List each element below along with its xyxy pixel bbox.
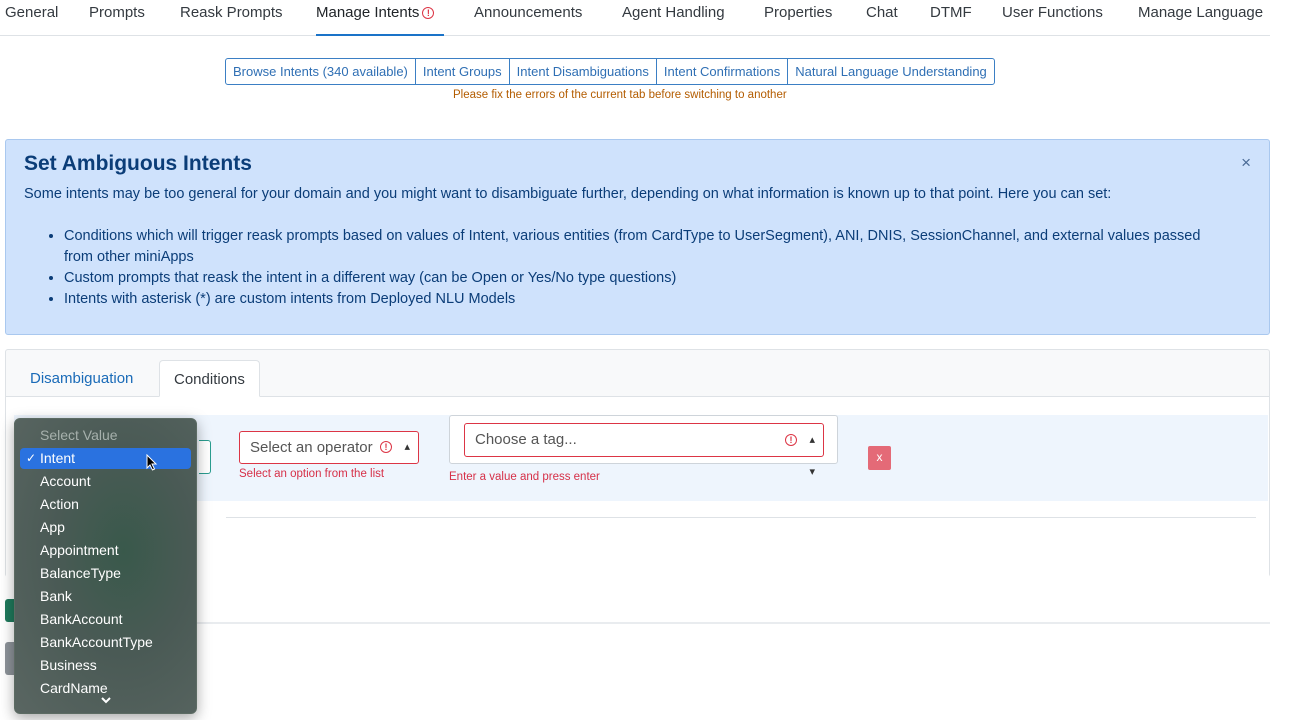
field-select[interactable] [199, 440, 211, 474]
option-label: Intent [40, 450, 76, 466]
tab-conditions[interactable]: Conditions [159, 360, 260, 397]
alert-bullets: Conditions which will trigger reask prom… [64, 226, 1214, 310]
subtab-nlu[interactable]: Natural Language Understanding [788, 59, 994, 84]
condition-row: Select an operator ! ▴▾ Select an option… [14, 415, 1268, 501]
tag-select[interactable]: Choose a tag... ! ▴ ▾ [464, 423, 824, 478]
nav-manage-intents-label: Manage Intents [316, 4, 420, 21]
operator-placeholder: Select an operator [250, 439, 373, 456]
subtab-browse-intents[interactable]: Browse Intents (340 available) [226, 59, 416, 84]
alert-bullet: Conditions which will trigger reask prom… [64, 226, 1214, 268]
dropdown-option[interactable]: BalanceType [20, 563, 191, 584]
select-arrows-icon: ▴▾ [809, 434, 815, 478]
nav-prompts[interactable]: Prompts [89, 4, 145, 36]
operator-select[interactable]: Select an operator ! ▴▾ [239, 431, 419, 464]
tag-placeholder: Choose a tag... [475, 431, 577, 448]
divider [197, 622, 1270, 624]
tab-disambiguation[interactable]: Disambiguation [16, 360, 147, 397]
nav-user-functions[interactable]: User Functions [1002, 4, 1103, 36]
select-arrows-icon: ▴▾ [404, 441, 410, 453]
operator-help: Select an option from the list [239, 468, 385, 480]
dropdown-option[interactable]: Business [20, 655, 191, 676]
nav-manage-language[interactable]: Manage Language [1138, 4, 1263, 36]
close-icon[interactable]: × [1241, 153, 1251, 173]
card-tabs: Disambiguation Conditions [6, 350, 1269, 397]
subtab-intent-groups[interactable]: Intent Groups [416, 59, 510, 84]
error-icon: ! [422, 7, 435, 19]
tab-switch-warning: Please fix the errors of the current tab… [453, 89, 787, 101]
mouse-cursor-icon [146, 453, 158, 476]
dropdown-placeholder: Select Value [40, 427, 118, 443]
check-icon: ✓ [26, 451, 37, 465]
chevron-down-icon[interactable] [99, 695, 113, 709]
alert-bullet: Custom prompts that reask the intent in … [64, 268, 1214, 289]
nav-general[interactable]: General [5, 4, 58, 36]
dropdown-option-intent[interactable]: ✓ Intent [20, 448, 191, 469]
alert-intro: Some intents may be too general for your… [24, 186, 1112, 202]
dropdown-option[interactable]: BankAccount [20, 609, 191, 630]
error-icon: ! [785, 434, 797, 446]
subtab-intent-disambiguations[interactable]: Intent Disambiguations [510, 59, 657, 84]
dropdown-option[interactable]: App [20, 517, 191, 538]
nav-chat[interactable]: Chat [866, 4, 898, 36]
nav-manage-intents[interactable]: Manage Intents! [316, 4, 444, 36]
dropdown-option[interactable]: Account [20, 471, 191, 492]
alert-bullet: Intents with asterisk (*) are custom int… [64, 289, 1214, 310]
field-dropdown-menu: Select Value ✓ Intent Account Action App … [14, 418, 197, 714]
tag-help: Enter a value and press enter [449, 471, 600, 483]
tag-input-wrapper: Choose a tag... ! ▴ ▾ [449, 415, 838, 478]
nav-properties[interactable]: Properties [764, 4, 832, 36]
intent-subtabs: Browse Intents (340 available) Intent Gr… [225, 58, 995, 85]
dropdown-option[interactable]: BankAccountType [20, 632, 191, 653]
dropdown-option[interactable]: Bank [20, 586, 191, 607]
divider [226, 517, 1256, 518]
subtab-intent-confirmations[interactable]: Intent Confirmations [657, 59, 789, 84]
nav-agent-handling[interactable]: Agent Handling [622, 4, 725, 36]
nav-reask-prompts[interactable]: Reask Prompts [180, 4, 283, 36]
info-alert: Set Ambiguous Intents × Some intents may… [5, 139, 1270, 335]
nav-announcements[interactable]: Announcements [474, 4, 582, 36]
top-nav: General Prompts Reask Prompts Manage Int… [0, 0, 1270, 36]
alert-title: Set Ambiguous Intents [24, 152, 252, 175]
remove-condition-button[interactable]: x [868, 446, 891, 470]
dropdown-option[interactable]: Action [20, 494, 191, 515]
error-icon: ! [380, 441, 392, 453]
dropdown-option[interactable]: Appointment [20, 540, 191, 561]
nav-dtmf[interactable]: DTMF [930, 4, 972, 36]
